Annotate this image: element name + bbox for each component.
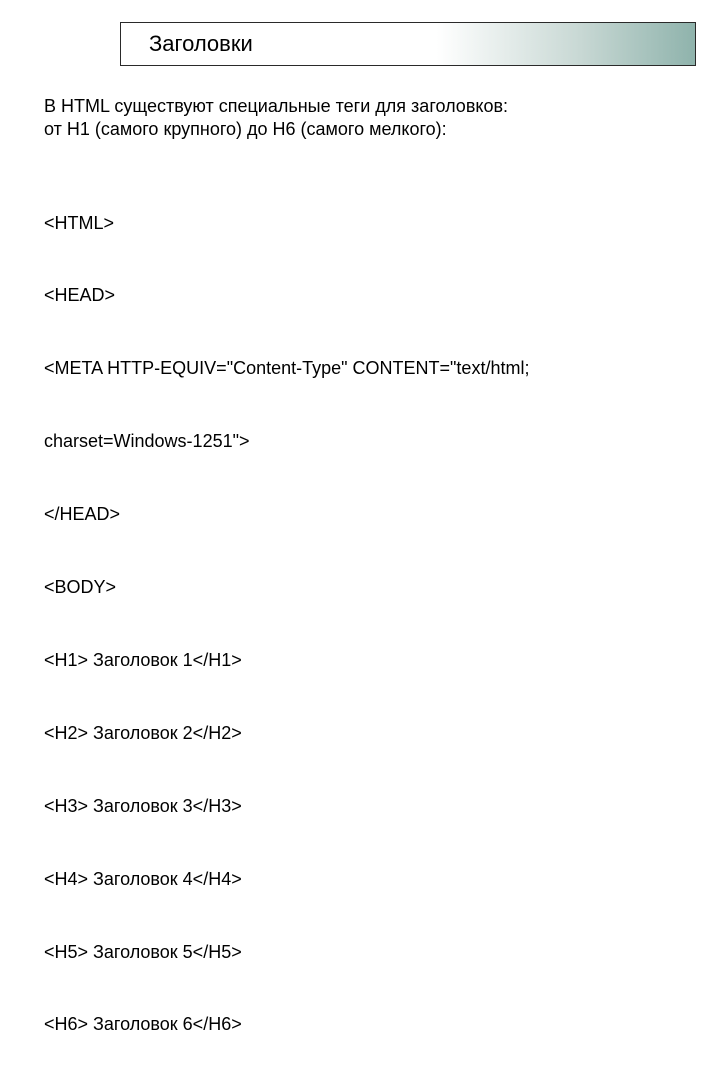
slide-title: Заголовки	[149, 31, 253, 57]
code-line: </HEAD>	[44, 502, 680, 526]
code-line: <BODY>	[44, 575, 680, 599]
code-line: <HEAD>	[44, 283, 680, 307]
code-line: <H4> Заголовок 4</H4>	[44, 867, 680, 891]
title-bar: Заголовки	[120, 22, 696, 66]
code-line: <H3> Заголовок 3</H3>	[44, 794, 680, 818]
code-line: <H6> Заголовок 6</H6>	[44, 1012, 680, 1036]
intro-line-2: от H1 (самого крупного) до H6 (самого ме…	[44, 118, 680, 141]
code-line: <H1> Заголовок 1</H1>	[44, 648, 680, 672]
code-line: <META HTTP-EQUIV="Content-Type" CONTENT=…	[44, 356, 680, 380]
code-block: <HTML> <HEAD> <META HTTP-EQUIV="Content-…	[44, 162, 680, 1080]
intro-text: В HTML существуют специальные теги для з…	[44, 95, 680, 142]
intro-line-1: В HTML существуют специальные теги для з…	[44, 95, 680, 118]
code-line: charset=Windows-1251">	[44, 429, 680, 453]
code-line: <HTML>	[44, 211, 680, 235]
code-line: <H2> Заголовок 2</H2>	[44, 721, 680, 745]
code-line: <H5> Заголовок 5</H5>	[44, 940, 680, 964]
slide: Заголовки В HTML существуют специальные …	[0, 0, 720, 540]
